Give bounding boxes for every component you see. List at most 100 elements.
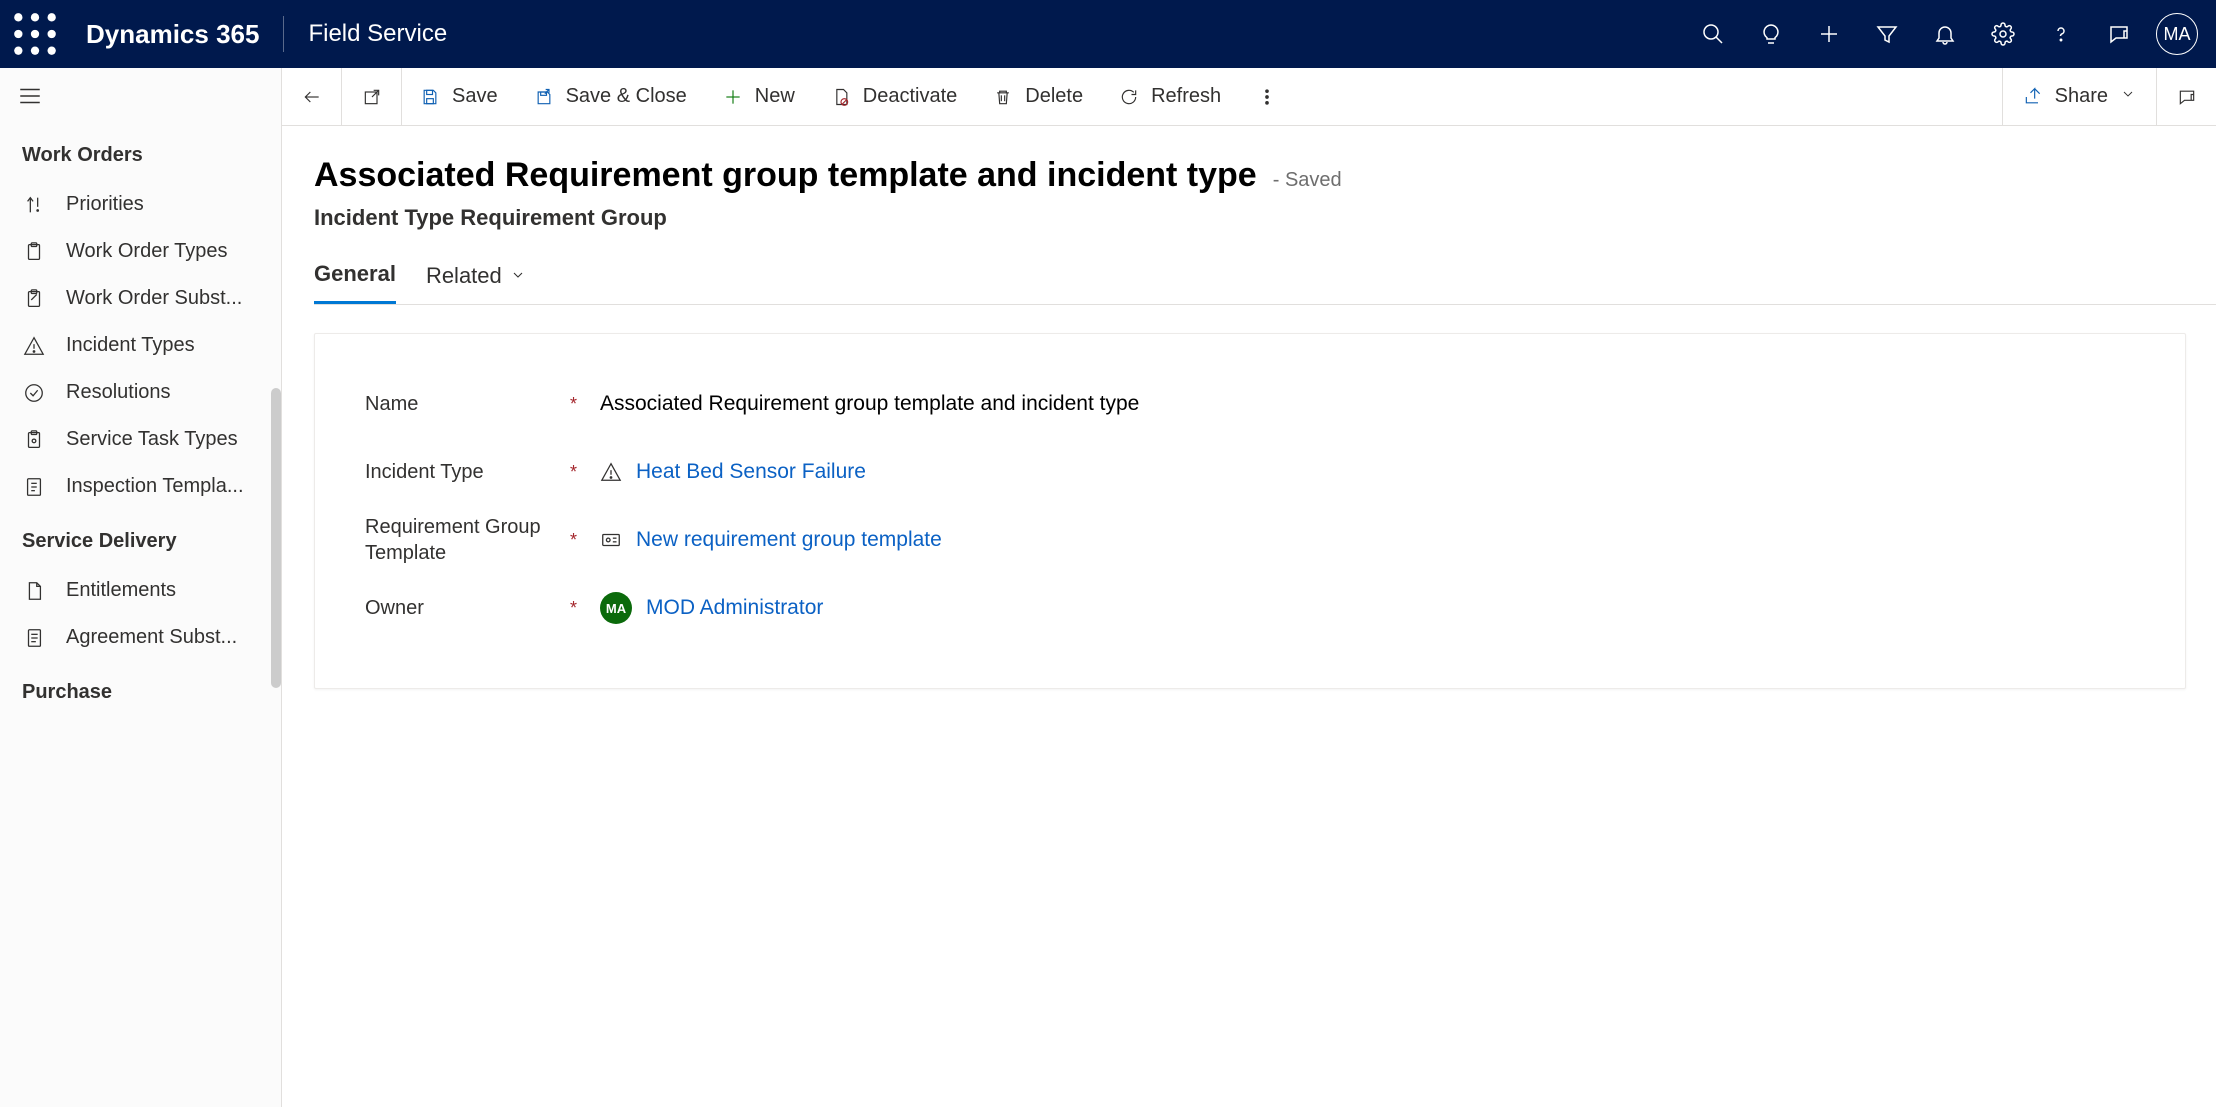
sidebar-item-label: Work Order Subst...	[66, 287, 242, 310]
sidebar-item-label: Entitlements	[66, 579, 176, 602]
page-title: Associated Requirement group template an…	[314, 156, 1257, 195]
required-indicator: *	[570, 462, 600, 483]
app-launcher-button[interactable]	[10, 9, 60, 59]
sidebar-item-servicetasktypes[interactable]: Service Task Types	[22, 416, 275, 463]
save-button[interactable]: Save	[402, 68, 516, 126]
sidebar-item-incidenttypes[interactable]: Incident Types	[22, 322, 275, 369]
user-avatar[interactable]: MA	[2156, 13, 2198, 55]
delete-button[interactable]: Delete	[975, 68, 1101, 126]
app-name[interactable]: Field Service	[308, 20, 447, 48]
lightbulb-icon	[1759, 22, 1783, 46]
hamburger-button[interactable]	[0, 68, 60, 124]
field-value: Associated Requirement group template an…	[600, 392, 1139, 416]
tab-general[interactable]: General	[314, 261, 396, 304]
warning-icon	[23, 335, 45, 357]
sidebar-item-workordersubst[interactable]: Work Order Subst...	[22, 275, 275, 322]
sidebar-item-priorities[interactable]: Priorities	[22, 181, 275, 228]
sidebar-heading-purchase: Purchase	[22, 681, 275, 704]
doc-lines-icon	[23, 627, 45, 649]
main-region: Save Save & Close New Deactivate Delete …	[282, 68, 2216, 1107]
scrollbar[interactable]	[271, 388, 281, 688]
share-button[interactable]: Share	[2002, 68, 2156, 126]
sidebar: Work Orders Priorities Work Order Types …	[0, 68, 282, 1107]
add-button[interactable]	[1800, 9, 1858, 59]
field-incident-type[interactable]: Incident Type * Heat Bed Sensor Failure	[365, 444, 2135, 500]
sidebar-heading-workorders: Work Orders	[22, 144, 275, 167]
lookup-link[interactable]: Heat Bed Sensor Failure	[636, 460, 866, 484]
search-button[interactable]	[1684, 9, 1742, 59]
ideas-button[interactable]	[1742, 9, 1800, 59]
deactivate-button[interactable]: Deactivate	[813, 68, 976, 126]
more-commands-button[interactable]	[1239, 68, 1295, 126]
funnel-icon	[1875, 22, 1899, 46]
entity-type-label: Incident Type Requirement Group	[314, 205, 2216, 231]
field-label: Name	[365, 391, 570, 417]
save-close-icon	[534, 87, 554, 107]
field-label: Requirement Group Template	[365, 514, 570, 566]
clipboard-icon	[23, 241, 45, 263]
field-owner[interactable]: Owner * MA MOD Administrator	[365, 580, 2135, 636]
assistant-pane-button[interactable]	[2156, 68, 2216, 126]
popout-icon	[362, 87, 382, 107]
required-indicator: *	[570, 530, 600, 551]
sidebar-item-label: Work Order Types	[66, 240, 228, 263]
form-tabs: General Related	[314, 261, 2216, 305]
lookup-link[interactable]: New requirement group template	[636, 528, 942, 552]
bell-icon	[1933, 22, 1957, 46]
sidebar-item-workordertypes[interactable]: Work Order Types	[22, 228, 275, 275]
deactivate-icon	[831, 87, 851, 107]
field-requirement-group-template[interactable]: Requirement Group Template * New require…	[365, 512, 2135, 568]
field-label: Incident Type	[365, 459, 570, 485]
lookup-link[interactable]: MOD Administrator	[646, 596, 823, 620]
assistant-button[interactable]	[2090, 9, 2148, 59]
clipboard-gear-icon	[23, 429, 45, 451]
global-nav: Dynamics 365 Field Service MA	[0, 0, 2216, 68]
help-button[interactable]	[2032, 9, 2090, 59]
save-status: - Saved	[1273, 169, 1342, 192]
deactivate-label: Deactivate	[863, 85, 958, 108]
sidebar-item-inspectiontemplates[interactable]: Inspection Templa...	[22, 463, 275, 510]
sidebar-item-agreementsubst[interactable]: Agreement Subst...	[22, 614, 275, 661]
field-name[interactable]: Name * Associated Requirement group temp…	[365, 376, 2135, 432]
plus-icon	[723, 87, 743, 107]
sidebar-item-label: Agreement Subst...	[66, 626, 237, 649]
delete-label: Delete	[1025, 85, 1083, 108]
chevron-down-icon	[2120, 86, 2136, 102]
share-icon	[2023, 87, 2043, 107]
tab-related[interactable]: Related	[426, 261, 526, 304]
sidebar-item-label: Resolutions	[66, 381, 171, 404]
refresh-icon	[1119, 87, 1139, 107]
waffle-icon	[10, 9, 60, 59]
filter-button[interactable]	[1858, 9, 1916, 59]
sidebar-item-label: Service Task Types	[66, 428, 238, 451]
content-area: Associated Requirement group template an…	[282, 126, 2216, 1107]
sidebar-heading-servicedelivery: Service Delivery	[22, 530, 275, 553]
more-vertical-icon	[1257, 87, 1277, 107]
brand-label[interactable]: Dynamics 365	[86, 19, 259, 50]
back-button[interactable]	[282, 68, 342, 126]
owner-avatar: MA	[600, 592, 632, 624]
refresh-button[interactable]: Refresh	[1101, 68, 1239, 126]
sidebar-item-resolutions[interactable]: Resolutions	[22, 369, 275, 416]
hamburger-icon	[17, 83, 43, 109]
trash-icon	[993, 87, 1013, 107]
priorities-icon	[23, 194, 45, 216]
search-icon	[1701, 22, 1725, 46]
new-label: New	[755, 85, 795, 108]
form-card: Name * Associated Requirement group temp…	[314, 333, 2186, 689]
clipboard-edit-icon	[23, 288, 45, 310]
settings-button[interactable]	[1974, 9, 2032, 59]
sidebar-item-label: Incident Types	[66, 334, 195, 357]
sidebar-item-entitlements[interactable]: Entitlements	[22, 567, 275, 614]
doc-icon	[23, 580, 45, 602]
notifications-button[interactable]	[1916, 9, 1974, 59]
save-close-button[interactable]: Save & Close	[516, 68, 705, 126]
new-button[interactable]: New	[705, 68, 813, 126]
doc-list-icon	[23, 476, 45, 498]
popout-button[interactable]	[342, 68, 402, 126]
sidebar-item-label: Inspection Templa...	[66, 475, 244, 498]
required-indicator: *	[570, 598, 600, 619]
id-card-icon	[600, 529, 622, 551]
check-circle-icon	[23, 382, 45, 404]
refresh-label: Refresh	[1151, 85, 1221, 108]
